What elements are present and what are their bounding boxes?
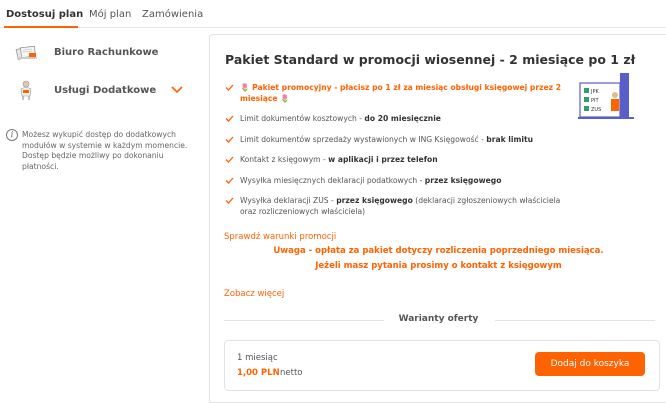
feature-text: Wysyłka deklaracji ZUS - [240, 196, 337, 205]
feature-highlight: w aplikacji i przez telefon [328, 155, 438, 164]
feature-highlight: do 20 miesięcznie [364, 114, 441, 123]
feature-text: Wysyłka miesięcznych deklaracji podatkow… [240, 175, 425, 185]
tax-forms-illustration: JPK PIT ZUS [578, 73, 634, 119]
check-icon [225, 136, 234, 143]
sidebar: Biuro Rachunkowe Usługi Dodatkowe i Może… [0, 29, 205, 403]
add-to-cart-button[interactable]: Dodaj do koszyka [535, 352, 645, 376]
plan-title: Pakiet Standard w promocji wiosennej - 2… [225, 52, 636, 67]
info-icon: i [6, 129, 18, 141]
illustration-label-zus: ZUS [591, 107, 601, 113]
sidebar-item-additional-services[interactable]: Usługi Dodatkowe [0, 72, 205, 106]
feature-highlight: przez księgowego [424, 175, 502, 185]
chevron-down-icon[interactable] [170, 84, 184, 94]
sidebar-item-label: Biuro Rachunkowe [54, 47, 159, 58]
tab-my-plan[interactable]: Mój plan [89, 9, 131, 20]
feature-item: Wysyłka deklaracji ZUS - przez księgoweg… [225, 196, 565, 217]
documents-icon [15, 45, 37, 60]
tab-bar: Dostosuj plan Mój plan Zamówienia [0, 0, 666, 28]
variants-title: Warianty oferty [398, 314, 479, 324]
tab-orders[interactable]: Zamówienia [142, 9, 203, 20]
feature-item: Limit dokumentów kosztowych - do 20 mies… [225, 114, 565, 125]
divider-right [495, 320, 655, 321]
fee-warning-line-2: Jeżeli masz pytania prosimy o kontakt z … [315, 261, 562, 271]
feature-text: Kontakt z księgowym - [240, 155, 329, 164]
feature-text: Limit dokumentów sprzedaży wystawionych … [240, 134, 487, 144]
fee-warning-line-1: Uwaga - opłata za pakiet dotyczy rozlicz… [273, 246, 604, 256]
offer-period: 1 miesiąc [237, 353, 278, 363]
check-icon [225, 197, 234, 204]
check-icon [225, 84, 234, 91]
promo-conditions-link[interactable]: Sprawdź warunki promocji [224, 232, 336, 242]
feature-item: Wysyłka miesięcznych deklaracji podatkow… [225, 176, 565, 187]
offer-price: 1,00 PLN [237, 368, 280, 378]
feature-item: Kontakt z księgowym - w aplikacji i prze… [225, 155, 565, 166]
see-more-link[interactable]: Zobacz więcej [224, 289, 284, 299]
feature-highlight: przez księgowego [336, 196, 413, 205]
check-icon [225, 115, 234, 122]
sidebar-item-label: Usługi Dodatkowe [54, 85, 157, 96]
feature-text: Limit dokumentów kosztowych - [240, 114, 365, 123]
tab-customize-plan[interactable]: Dostosuj plan [6, 9, 83, 20]
plan-card: Pakiet Standard w promocji wiosennej - 2… [209, 34, 666, 403]
offer-price-suffix: netto [280, 368, 303, 378]
sidebar-item-accounting-office[interactable]: Biuro Rachunkowe [0, 34, 205, 68]
active-tab-indicator [4, 26, 78, 28]
illustration-label-pit: PIT [591, 98, 599, 104]
illustration-label-jpk: JPK [590, 89, 599, 95]
feature-text: 🌷 Pakiet promocyjny - płacisz po 1 zł za… [240, 83, 562, 103]
feature-item: 🌷 Pakiet promocyjny - płacisz po 1 zł za… [225, 83, 565, 104]
offer-variant: 1 miesiąc 1,00 PLN netto Dodaj do koszyk… [224, 340, 660, 391]
feature-item: Limit dokumentów sprzedaży wystawionych … [225, 135, 565, 146]
info-text: Możesz wykupić dostęp do dodatkowych mod… [22, 130, 188, 171]
check-icon [225, 156, 234, 163]
service-person-icon [20, 80, 32, 100]
check-icon [225, 177, 234, 184]
feature-highlight: brak limitu [486, 134, 534, 144]
feature-list: 🌷 Pakiet promocyjny - płacisz po 1 zł za… [225, 83, 565, 227]
